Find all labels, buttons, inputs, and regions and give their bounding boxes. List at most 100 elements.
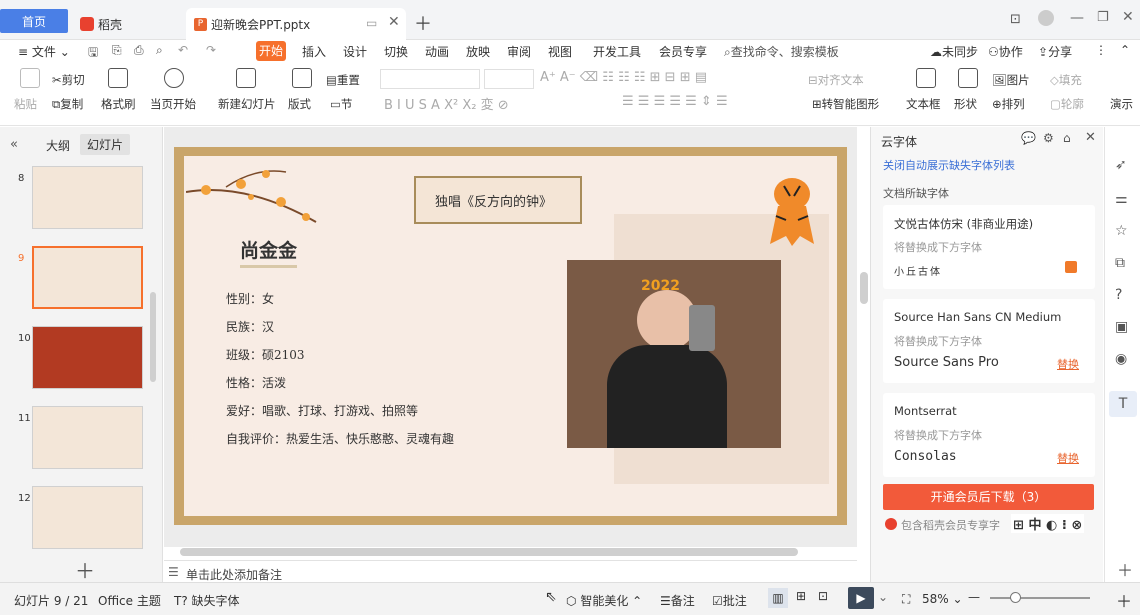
shape-button[interactable]: 形状 [954, 96, 977, 112]
play-icon[interactable] [164, 68, 184, 88]
copy-button[interactable]: ⧉复制 [52, 96, 83, 112]
format-painter-button[interactable]: 格式刷 [101, 96, 136, 112]
paste-icon[interactable] [20, 68, 40, 88]
tab-slides[interactable]: 幻灯片 [80, 134, 131, 155]
shape-icon[interactable] [958, 68, 978, 88]
replacement-font[interactable]: Source Sans Pro [894, 355, 999, 370]
zoom-slider-thumb[interactable] [1010, 592, 1021, 603]
current-slide[interactable]: 独唱《反方向的钟》 尚金金 性别：女 民族：汉 班级：硕2103 性格：活泼 爱… [174, 147, 847, 525]
notes-area[interactable]: ☰ 单击此处添加备注 [164, 560, 857, 582]
field-gender[interactable]: 性别：女 [226, 290, 274, 307]
reset-button[interactable]: ▤重置 [326, 72, 360, 88]
format-painter-icon[interactable] [108, 68, 128, 88]
zoom-level[interactable]: 58% ⌄ [922, 592, 963, 606]
play-options-icon[interactable]: ⌄ [878, 590, 888, 604]
chat-icon[interactable]: 💬 [1021, 131, 1036, 145]
paste-button[interactable]: 粘贴 [14, 96, 37, 112]
field-hobbies[interactable]: 爱好：唱歌、打球、打游戏、拍照等 [226, 402, 418, 419]
slide-thumbnail-8[interactable] [32, 166, 143, 229]
missing-font-button[interactable]: T? 缺失字体 [174, 592, 240, 609]
restore-icon[interactable]: ❐ [1097, 10, 1109, 25]
play-slideshow-button[interactable]: ▶ [848, 587, 874, 609]
menu-animation[interactable]: 动画 [425, 43, 449, 60]
theme-name[interactable]: Office 主题 [98, 592, 161, 609]
menu-design[interactable]: 设计 [343, 43, 367, 60]
smartart-button[interactable]: ⊞转智能图形 [812, 96, 879, 112]
from-current-button[interactable]: 当页开始 [150, 96, 196, 112]
paragraph-tools[interactable]: ☰ ☰ ☰ ☰ ☰ ⇕ ☰ [622, 94, 728, 109]
menu-transition[interactable]: 切换 [384, 43, 408, 60]
replace-button[interactable]: 替换 [1057, 450, 1079, 466]
font-tools[interactable]: A⁺ A⁻ ⌫ ☷ ☷ ☷ ⊞ ⊟ ⊞ ▤ [540, 70, 707, 85]
new-slide-icon[interactable] [236, 68, 256, 88]
more-icon[interactable]: ⋮ [1095, 43, 1107, 57]
sync-status[interactable]: ☁未同步 [930, 43, 978, 60]
slide-thumbnail-9[interactable] [32, 246, 143, 309]
download-fonts-button[interactable]: 开通会员后下载（3） [883, 484, 1094, 510]
zoom-out-icon[interactable]: — [968, 590, 980, 604]
tab-outline[interactable]: 大纲 [46, 137, 70, 154]
tab-home[interactable]: 首页 [0, 9, 68, 33]
font-size-select[interactable] [484, 69, 534, 89]
image-icon[interactable]: ▣ [1115, 319, 1128, 335]
menu-slideshow[interactable]: 放映 [466, 43, 490, 60]
star-icon[interactable]: ☆ [1115, 223, 1128, 239]
replacement-font[interactable]: Consolas [894, 449, 957, 464]
canvas-vscroll-thumb[interactable] [860, 272, 868, 304]
pin-icon[interactable]: ⌂ [1063, 131, 1071, 145]
collapse-panel-icon[interactable]: « [10, 137, 18, 152]
help-icon[interactable]: ? [1115, 287, 1122, 303]
undo-icon[interactable]: ↶ [178, 43, 188, 57]
copy-slide-icon[interactable]: ⧉ [1115, 255, 1125, 271]
font-family-select[interactable] [380, 69, 480, 89]
field-class[interactable]: 班级：硕2103 [226, 346, 305, 363]
print-icon[interactable]: ⎙ [134, 43, 144, 58]
zoom-in-icon[interactable]: ＋ [1116, 588, 1132, 612]
layout-button[interactable]: 版式 [288, 96, 311, 112]
avatar[interactable] [1038, 10, 1054, 26]
share-button[interactable]: ⇪分享 [1038, 43, 1072, 60]
sorter-view-icon[interactable]: ⊞ [796, 589, 806, 603]
fit-window-icon[interactable]: ⛶ [902, 592, 910, 607]
slide-thumbnail-12[interactable] [32, 486, 143, 549]
new-tab-icon[interactable]: ＋ [414, 10, 432, 36]
canvas-hscroll-thumb[interactable] [180, 548, 798, 556]
menu-member[interactable]: 会员专享 [659, 43, 707, 60]
collab-button[interactable]: ⚇协作 [988, 43, 1023, 60]
textbox-icon[interactable] [916, 68, 936, 88]
slide-panel-scrollbar[interactable] [150, 292, 156, 382]
notes-toggle[interactable]: ☰备注 [660, 592, 695, 609]
font-icon[interactable]: T [1109, 391, 1137, 417]
adjust-icon[interactable]: ⚌ [1115, 191, 1128, 207]
menu-developer[interactable]: 开发工具 [593, 43, 641, 60]
zoom-slider[interactable] [990, 592, 1090, 603]
search-command[interactable]: ⌕查找命令、搜索模板 [724, 43, 839, 60]
panel-title[interactable]: 云字体 [881, 133, 917, 150]
slide-thumbnail-10[interactable] [32, 326, 143, 389]
beautify-button[interactable]: ⬡ 智能美化 ⌃ [566, 592, 642, 609]
preview-icon[interactable]: ⌕ [156, 43, 163, 58]
redo-icon[interactable]: ↷ [206, 43, 216, 57]
close-panel-icon[interactable]: ✕ [1085, 130, 1096, 145]
new-slide-button[interactable]: 新建幻灯片 [218, 96, 276, 112]
outline-button[interactable]: ▢轮廓 [1050, 96, 1084, 112]
replacement-font[interactable]: 小丘古体 [894, 263, 942, 278]
save-icon[interactable]: 🖫 [88, 43, 98, 64]
close-tab-icon[interactable]: ✕ [388, 14, 400, 30]
menu-start[interactable]: 开始 [256, 41, 286, 61]
section-button[interactable]: ▭节 [330, 96, 352, 112]
ime-toolbar[interactable]: ⊞ 中 ◐ ⁝ ⊗ [1011, 514, 1085, 533]
field-personality[interactable]: 性格：活泼 [226, 374, 286, 391]
present-button[interactable]: 演示 [1110, 96, 1133, 112]
window-icon[interactable]: ▭ [366, 16, 377, 30]
settings-icon[interactable]: ⚙ [1043, 131, 1054, 145]
menu-view[interactable]: 视图 [548, 43, 572, 60]
menu-review[interactable]: 审阅 [507, 43, 531, 60]
slide-thumbnail-11[interactable] [32, 406, 143, 469]
sidebar-add-icon[interactable]: ＋ [1117, 557, 1133, 581]
tab-daoke[interactable]: 稻壳 [72, 8, 182, 40]
add-slide-icon[interactable]: ＋ [75, 555, 95, 584]
person-name[interactable]: 尚金金 [240, 236, 298, 268]
layout-icon[interactable]: ⊡ [1010, 12, 1021, 27]
normal-view-icon[interactable]: ▥ [768, 588, 788, 608]
